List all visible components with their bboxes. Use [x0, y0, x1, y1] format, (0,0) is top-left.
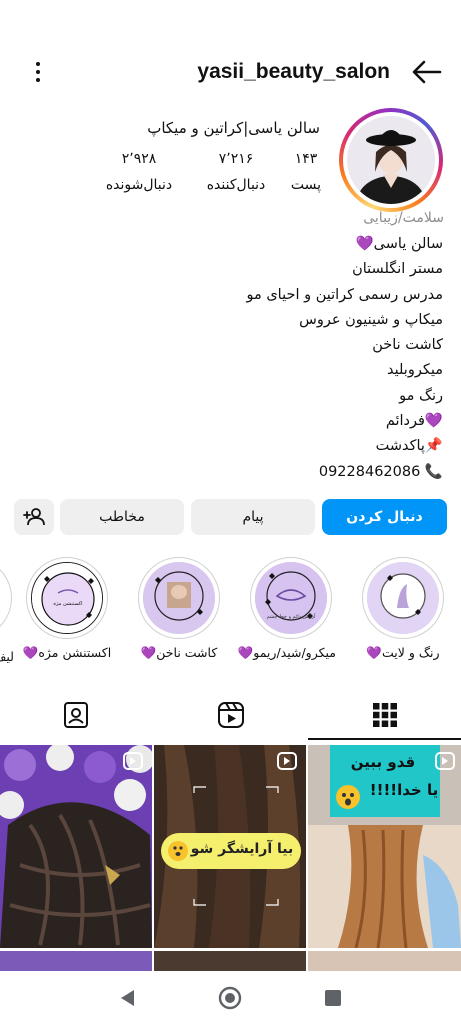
post-thumbnail[interactable]: [0, 951, 152, 971]
highlight-ring: [362, 557, 444, 639]
reels-icon: [218, 702, 244, 728]
bio-line: کاشت ناخن: [372, 337, 443, 354]
system-navigation-bar: [0, 972, 461, 1024]
post-overlay-text: بیا آرایشگر شو: [190, 841, 294, 857]
nav-back-icon[interactable]: [118, 988, 138, 1008]
profile-avatar[interactable]: [339, 108, 443, 212]
post-thumbnail[interactable]: [0, 745, 152, 948]
message-button[interactable]: پیام: [191, 499, 315, 535]
bio-line: میکروبلید: [387, 362, 443, 379]
highlight-item-partial[interactable]: [0, 557, 12, 641]
highlight-cover: [367, 562, 439, 634]
highlight-ring: اکستنشن مژه: [26, 557, 108, 639]
stat-followers[interactable]: ۷٬۲۱۶ دنبال‌کننده: [194, 150, 278, 194]
highlight-ring: [138, 557, 220, 639]
stat-following[interactable]: ۲٬۹۲۸ دنبال‌شونده: [97, 150, 181, 194]
highlight-label: میکرو/شید/ریمو💜: [237, 645, 336, 660]
bio-line: میکاپ و شینیون عروس: [299, 311, 443, 328]
tagged-icon: [64, 702, 88, 728]
highlight-item[interactable]: رنگ و لایت💜: [358, 557, 448, 661]
highlight-cover-text: اکستنشن مژه: [53, 601, 83, 607]
bio-phone-link[interactable]: 09228462086 📞: [150, 460, 443, 485]
highlight-cover: [143, 562, 215, 634]
profile-username: yasii_beauty_salon: [197, 60, 390, 83]
active-tab-indicator: [308, 738, 461, 740]
follow-button[interactable]: دنبال کردن: [322, 499, 447, 535]
add-user-button[interactable]: [14, 499, 54, 535]
bio-line: 📌پاکدشت: [375, 438, 443, 455]
post-thumbnail[interactable]: بیا آرایشگر شو: [154, 745, 306, 948]
bio-line: مستر انگلستان: [352, 261, 443, 278]
post-thumbnail[interactable]: [308, 951, 461, 971]
more-options-icon[interactable]: [26, 58, 50, 86]
highlight-cover-text: آرایش دائم و خط چشم: [266, 614, 316, 620]
highlight-label: اکستنشن مژه💜: [22, 645, 112, 660]
back-arrow-icon[interactable]: [410, 58, 444, 86]
bio-line: رنگ مو: [399, 387, 443, 404]
highlight-ring: آرایش دائم و خط چشم: [250, 557, 332, 639]
nav-recents-icon[interactable]: [323, 988, 343, 1008]
highlight-item[interactable]: آرایش دائم و خط چشم میکرو/شید/ریمو💜: [237, 557, 336, 661]
highlight-label: کاشت ناخن💜: [140, 645, 218, 660]
highlight-cover: اکستنشن مژه: [31, 562, 103, 634]
stat-following-value: ۲٬۹۲۸: [121, 151, 157, 167]
highlight-item[interactable]: اکستنشن مژه اکستنشن مژه💜: [22, 557, 112, 661]
profile-bio: سالن یاسی💜 مستر انگلستان مدرس رسمی کراتی…: [150, 232, 443, 485]
profile-category: سلامت/زیبایی: [363, 210, 444, 226]
grid-icon: [373, 703, 397, 727]
avatar-image: [347, 116, 435, 204]
tab-tagged[interactable]: [57, 698, 95, 732]
contact-button[interactable]: مخاطب: [60, 499, 184, 535]
bio-line: مدرس رسمی کراتین و احیای مو: [246, 286, 443, 303]
nav-home-icon[interactable]: [218, 986, 242, 1010]
stat-followers-value: ۷٬۲۱۶: [218, 151, 254, 167]
profile-display-name: سالن یاسی|کراتین و میکاپ: [147, 119, 320, 137]
bio-line: 💜فردائم: [385, 413, 443, 430]
tab-posts-grid[interactable]: [366, 698, 404, 732]
highlight-cover: آرایش دائم و خط چشم: [255, 562, 327, 634]
tab-reels[interactable]: [212, 698, 250, 732]
post-thumbnail[interactable]: قدو ببین یا خدا!!!!: [308, 745, 461, 948]
highlight-item[interactable]: کاشت ناخن💜: [134, 557, 224, 661]
stat-followers-label: دنبال‌کننده: [206, 177, 266, 193]
highlight-label: رنگ و لایت💜: [366, 645, 440, 660]
stat-following-label: دنبال‌شونده: [105, 177, 173, 193]
post-overlay-text: قدو ببین: [350, 753, 416, 771]
highlight-label-partial: لیف: [0, 649, 14, 664]
post-overlay-text: یا خدا!!!!: [369, 781, 439, 799]
post-thumbnail[interactable]: [154, 951, 306, 971]
person-add-icon: [23, 508, 45, 526]
bio-line: سالن یاسی💜: [355, 236, 443, 252]
